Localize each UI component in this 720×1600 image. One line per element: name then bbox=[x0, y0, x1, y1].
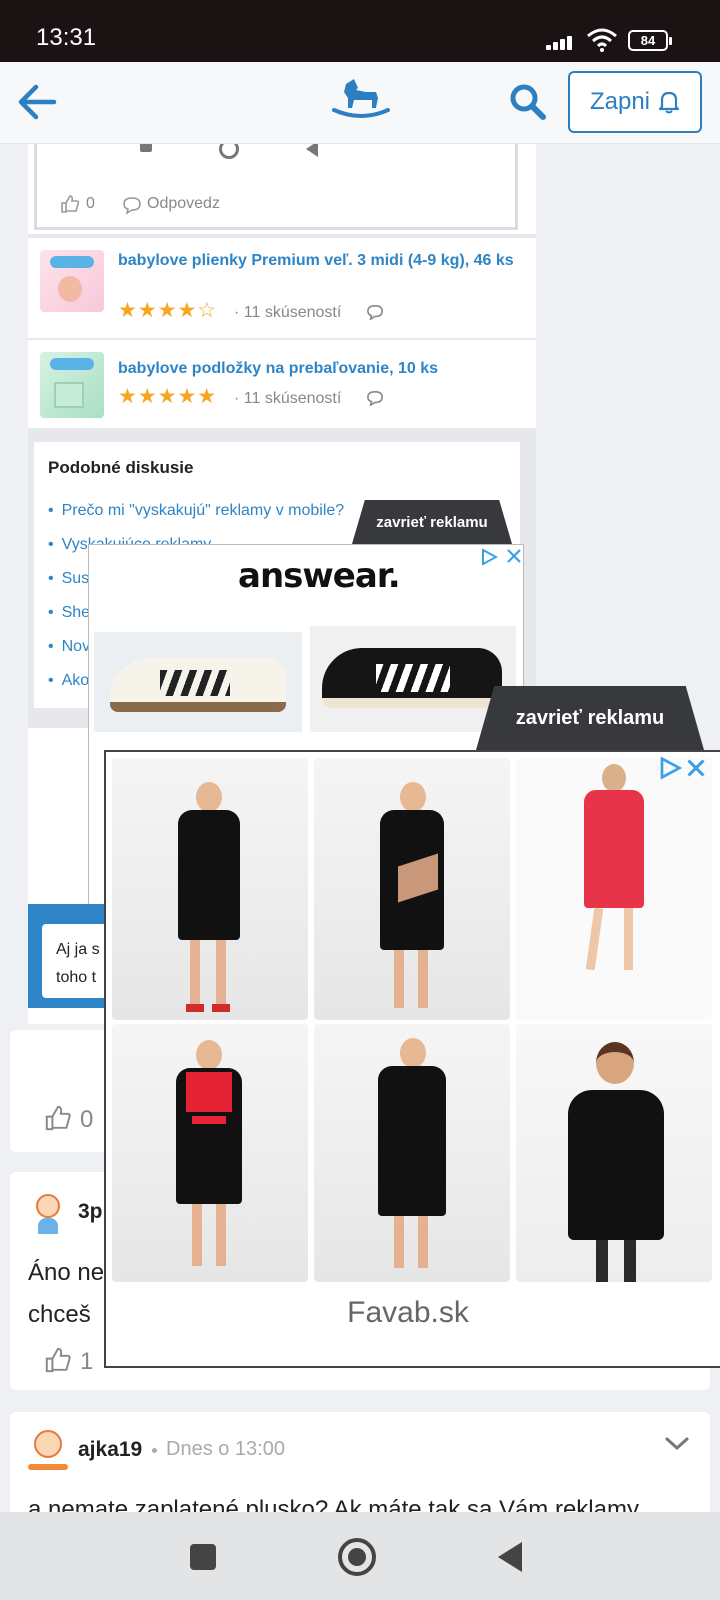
thumbs-up-icon[interactable] bbox=[44, 1346, 72, 1374]
ad-product-image[interactable] bbox=[112, 758, 308, 1020]
similar-discussion-item[interactable]: Prečo mi "vyskakujú" reklamy v mobile? bbox=[48, 494, 388, 528]
like-count: 1 bbox=[80, 1348, 94, 1375]
search-icon[interactable] bbox=[508, 82, 548, 122]
review-count: · 11 skúseností bbox=[234, 390, 342, 407]
avatar bbox=[28, 1190, 68, 1234]
similar-discussions-title: Podobné diskusie bbox=[48, 458, 194, 477]
embedded-like-count: 0 bbox=[86, 195, 95, 212]
signal-icon bbox=[546, 32, 576, 50]
subscribe-button[interactable]: Zapni bbox=[568, 71, 702, 133]
ad-product-image[interactable] bbox=[314, 758, 510, 1020]
battery-icon: 84 bbox=[628, 30, 672, 51]
embedded-reply-label: Odpovedz bbox=[147, 195, 220, 212]
embedded-thumbs-up-icon bbox=[61, 195, 80, 213]
adchoices-icon bbox=[482, 548, 498, 566]
ad-product-image[interactable] bbox=[314, 1024, 510, 1282]
back-button[interactable] bbox=[498, 1542, 522, 1572]
product-title[interactable]: babylove podložky na prebaľovanie, 10 ks bbox=[118, 358, 518, 379]
embedded-ad-close-icon bbox=[507, 549, 521, 563]
status-time: 13:31 bbox=[36, 24, 97, 51]
embedded-nav-square-icon bbox=[140, 144, 152, 152]
divider bbox=[28, 234, 536, 238]
post-author[interactable]: 3p bbox=[78, 1200, 103, 1224]
like-count: 0 bbox=[80, 1106, 94, 1133]
thumbs-up-icon[interactable] bbox=[44, 1104, 72, 1132]
embedded-ad-brand: answear. bbox=[238, 556, 401, 596]
home-button[interactable] bbox=[338, 1538, 376, 1576]
rating-stars: ★★★★★ bbox=[118, 385, 218, 408]
sneaker-image-white bbox=[94, 632, 302, 732]
sneaker-image-black bbox=[310, 626, 516, 732]
embedded-close-ad-tab: zavrieť reklamu bbox=[352, 500, 512, 544]
ad-product-image[interactable] bbox=[112, 1024, 308, 1282]
avatar bbox=[26, 1428, 70, 1474]
product-image-pads bbox=[40, 352, 104, 418]
ad-advertiser-label[interactable]: Favab.sk bbox=[106, 1296, 710, 1330]
ad-overlay[interactable]: Favab.sk bbox=[104, 750, 720, 1368]
bell-icon bbox=[658, 91, 680, 114]
review-count: · 11 skúseností bbox=[234, 304, 342, 321]
post-text: Áno ne chceš bbox=[28, 1259, 105, 1328]
wifi-icon bbox=[587, 28, 617, 52]
divider bbox=[28, 338, 536, 340]
comment-icon bbox=[367, 304, 383, 320]
back-arrow-icon[interactable] bbox=[16, 82, 58, 122]
embedded-comment-text: Aj ja s toho t bbox=[56, 941, 100, 986]
embedded-reply-icon bbox=[123, 197, 141, 214]
subscribe-label: Zapni bbox=[589, 88, 651, 115]
post-time: Dnes o 13:00 bbox=[166, 1438, 285, 1460]
separator-dot bbox=[152, 1448, 157, 1453]
close-ad-button[interactable]: zavrieť reklamu bbox=[476, 686, 704, 750]
ad-close-icon[interactable] bbox=[686, 758, 706, 778]
adchoices-icon[interactable] bbox=[658, 756, 682, 780]
post-author[interactable]: ajka19 bbox=[78, 1438, 142, 1462]
embedded-nav-back-icon bbox=[306, 144, 318, 157]
ad-product-image[interactable] bbox=[516, 758, 712, 1020]
embedded-comment-box bbox=[34, 144, 518, 230]
status-bar: 13:31 84 bbox=[0, 0, 720, 62]
chevron-down-icon[interactable] bbox=[664, 1434, 690, 1454]
recent-apps-button[interactable] bbox=[190, 1544, 216, 1570]
product-image-diapers bbox=[40, 250, 104, 312]
product-title[interactable]: babylove plienky Premium veľ. 3 midi (4-… bbox=[118, 250, 518, 271]
rocking-horse-logo-icon[interactable] bbox=[332, 76, 390, 124]
comment-icon bbox=[367, 390, 383, 406]
rating-stars: ★★★★☆ bbox=[118, 299, 218, 322]
ad-product-image[interactable] bbox=[516, 1024, 712, 1282]
